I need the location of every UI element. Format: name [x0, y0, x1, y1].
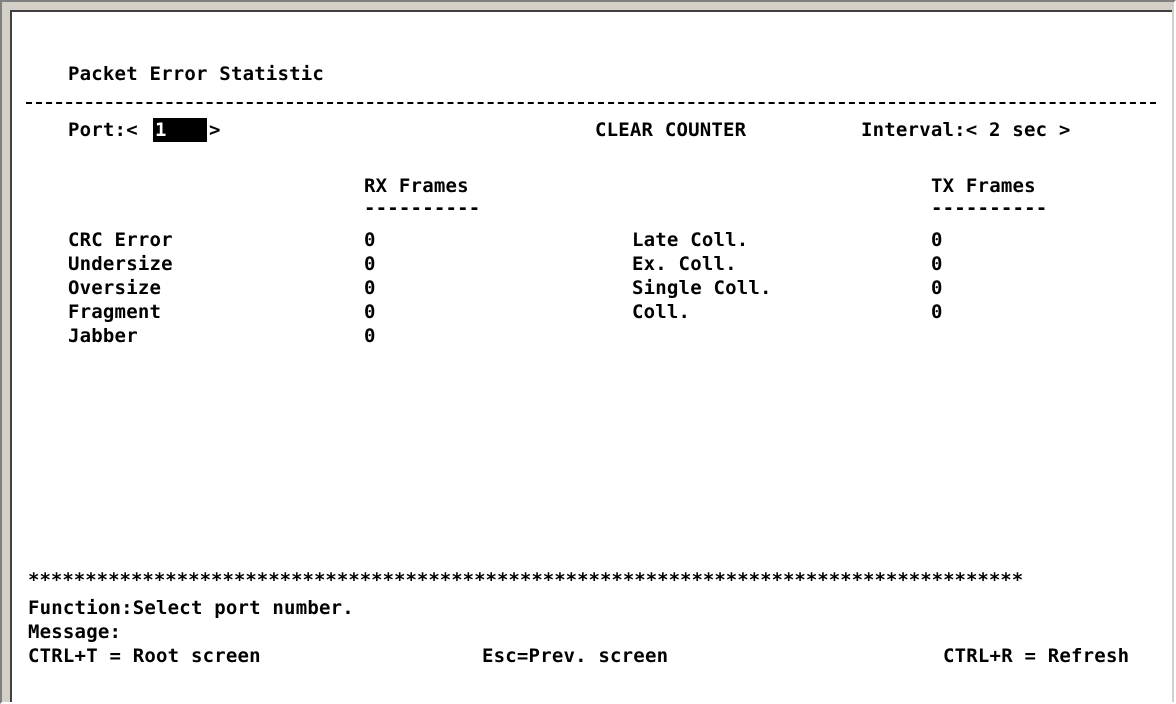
- message-line: Message:: [28, 621, 122, 643]
- rx-row-value: 0: [364, 301, 376, 323]
- rx-row-label: Jabber: [68, 325, 138, 347]
- tx-row-label: Single Coll.: [632, 277, 772, 299]
- page-title: Packet Error Statistic: [68, 63, 325, 85]
- tx-row-label: Ex. Coll.: [632, 253, 737, 275]
- port-input[interactable]: 1: [153, 118, 207, 142]
- tx-frames-header: TX Frames: [931, 175, 1036, 197]
- rx-row-value: 0: [364, 277, 376, 299]
- port-label-prefix: Port:<: [68, 119, 138, 141]
- function-line: Function:Select port number.: [28, 597, 354, 619]
- rx-row-value: 0: [364, 253, 376, 275]
- terminal-window: Packet Error Statistic Port:< 1 > CLEAR …: [0, 0, 1176, 704]
- tx-frames-underline: ----------: [931, 197, 1048, 219]
- rx-row-label: Undersize: [68, 253, 173, 275]
- rx-row-label: CRC Error: [68, 229, 173, 251]
- terminal-screen: Packet Error Statistic Port:< 1 > CLEAR …: [10, 10, 1172, 702]
- clear-counter-button[interactable]: CLEAR COUNTER: [595, 118, 746, 142]
- rx-row-value: 0: [364, 325, 376, 347]
- tx-row-value: 0: [931, 229, 943, 251]
- tx-row-value: 0: [931, 253, 943, 275]
- rx-frames-underline: ----------: [364, 197, 481, 219]
- rx-row-label: Oversize: [68, 277, 162, 299]
- port-label-suffix: >: [209, 119, 221, 141]
- refresh-shortcut[interactable]: CTRL+R = Refresh: [943, 644, 1129, 668]
- star-divider: ****************************************…: [28, 569, 1024, 591]
- prev-screen-shortcut[interactable]: Esc=Prev. screen: [482, 644, 668, 668]
- rx-row-label: Fragment: [68, 301, 162, 323]
- title-divider: [26, 102, 1156, 104]
- tx-row-value: 0: [931, 277, 943, 299]
- rx-row-value: 0: [364, 229, 376, 251]
- tx-row-label: Late Coll.: [632, 229, 749, 251]
- tx-row-value: 0: [931, 301, 943, 323]
- interval-selector[interactable]: Interval:< 2 sec >: [861, 118, 1071, 142]
- tx-row-label: Coll.: [632, 301, 691, 323]
- root-screen-shortcut[interactable]: CTRL+T = Root screen: [28, 644, 261, 668]
- rx-frames-header: RX Frames: [364, 175, 469, 197]
